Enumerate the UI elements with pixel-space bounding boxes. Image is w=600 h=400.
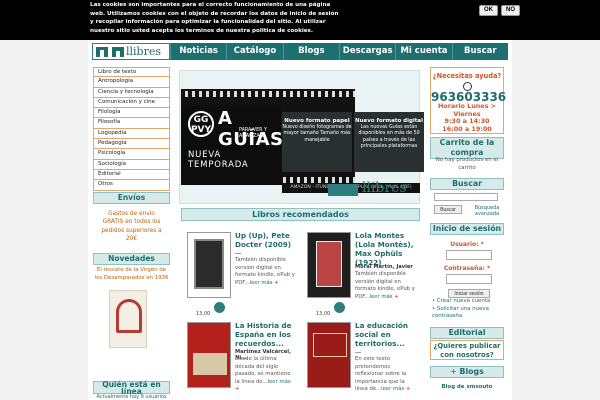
nav-buscar[interactable]: Buscar (451, 43, 508, 60)
category-menu: Libro de texto Antropología Ciencia y te… (93, 67, 170, 191)
category-item[interactable]: Filología (93, 108, 170, 119)
category-item[interactable]: Antropología (93, 77, 170, 88)
guias-poster: GG PVY A GUÍAS PARA VER Y ANALIZAR NUEVA T… (182, 106, 283, 185)
availability-icon (334, 302, 345, 313)
advanced-search-link[interactable]: Búsqueda avanzada (468, 205, 506, 218)
book-price: 13,00 (196, 311, 211, 317)
category-item[interactable]: Filosofía (93, 118, 170, 129)
envios-text: Gastos de envío GRATIS en todos los pedi… (101, 211, 162, 243)
password-label: Contraseña: * (443, 265, 491, 272)
blog-item[interactable]: Blog de xmsouto (430, 384, 504, 392)
book-author: Moral Martín, Javier (355, 264, 413, 270)
envios-heading: Envíos (93, 192, 170, 204)
nav-blogs[interactable]: Blogs (282, 43, 339, 60)
category-item[interactable]: Ciencia y tecnología (93, 87, 170, 98)
username-label: Usuario: * (450, 241, 484, 248)
nav-descargas[interactable]: Descargas (338, 43, 395, 60)
search-input[interactable] (434, 193, 498, 201)
logo-text: llibres (126, 45, 162, 58)
search-heading: Buscar (430, 178, 504, 190)
recommended-heading: Libros recomendados (181, 208, 420, 221)
plus-icon[interactable]: + (394, 294, 398, 300)
book-title[interactable]: Lola Montes (Lola Montès), Max Ophüls (1… (355, 231, 415, 267)
help-title: ¿Necesitas ayuda? (432, 72, 502, 80)
cookie-text: Las cookies son importantes para el corr… (90, 2, 339, 34)
nav-mi-cuenta[interactable]: Mi cuenta (395, 43, 451, 60)
help-hours-label: Horario Lunes > Viernes (437, 102, 497, 118)
read-more-link[interactable]: leer más (268, 379, 291, 385)
book-card: 13,00 Lola Montes (Lola Montès), Max Oph… (301, 230, 416, 317)
book-title[interactable]: La educación social en territorios... (355, 321, 415, 348)
page-gutter-right (512, 40, 600, 400)
cart-heading: Carrito de la compra (430, 137, 504, 159)
login-button[interactable]: Iniciar sesión (448, 289, 490, 298)
request-password-link[interactable]: • Solicitar una nueva contraseña (432, 306, 506, 320)
blogs-heading: + Blogs (430, 366, 504, 378)
book-title[interactable]: La Historia de España en los recuerdos..… (235, 321, 295, 348)
help-box: ¿Necesitas ayuda? 963603336 Horario Lune… (430, 67, 506, 134)
book-desc: En este texto pretendemos reflexionar so… (355, 356, 411, 393)
category-item[interactable]: Psicología (93, 149, 170, 160)
banner-cell-paper: Nuevo formato papel Nuevo diseño fotogram… (282, 112, 352, 172)
username-input[interactable] (446, 250, 492, 260)
plus-icon: + (450, 367, 457, 376)
nav-catalogo[interactable]: Catálogo (226, 43, 282, 60)
password-input[interactable] (446, 274, 492, 284)
book-author: ... (355, 349, 361, 355)
book-desc: También disponible versión digital en fo… (355, 271, 415, 300)
plus-icon[interactable]: + (406, 386, 410, 392)
book-card: La Historia de España en los recuerdos..… (181, 320, 296, 400)
online-heading: Quién está en línea (93, 381, 170, 395)
category-item[interactable]: Otros (93, 180, 170, 191)
book-cover[interactable] (307, 232, 351, 298)
cookie-no-button[interactable]: NO (501, 5, 520, 16)
site-logo[interactable]: llibres (92, 43, 170, 60)
cookie-bar: Las cookies son importantes para el corr… (0, 0, 600, 40)
category-item[interactable]: Sociología (93, 159, 170, 170)
category-item[interactable]: Editorial (93, 169, 170, 181)
book-title[interactable]: Up (Up), Pete Docter (2009) (235, 231, 295, 249)
plus-icon[interactable]: + (274, 280, 278, 286)
book-cover[interactable] (187, 322, 231, 388)
banner-cell-digital: Nuevo formato digital Las nuevas Guías es… (354, 112, 424, 172)
create-account-link[interactable]: • Crear nueva cuenta (432, 298, 506, 305)
plus-icon[interactable]: + (235, 386, 239, 392)
novedades-cover[interactable] (109, 290, 147, 348)
main-nav: Noticias Catálogo Blogs Descargas Mi cue… (170, 43, 508, 60)
book-author: ... (235, 250, 241, 256)
category-item[interactable]: Libro de texto (93, 67, 170, 78)
book-desc: También disponible versión digital en fo… (235, 257, 295, 286)
availability-icon (214, 302, 225, 313)
book-card: 13,00 Up (Up), Pete Docter (2009) ... Ta… (181, 230, 296, 317)
category-item[interactable]: Comunicación y cine (93, 97, 170, 109)
login-heading: Inicio de sesión (430, 223, 504, 235)
banner-logo-mark-icon (328, 184, 358, 196)
gg-pvy-logo: GG PVY (188, 111, 214, 137)
category-item[interactable]: Pedagogía (93, 139, 170, 150)
novedades-text[interactable]: El rescate de la Virgen de los Desampara… (93, 267, 170, 282)
category-item[interactable]: Logopedia (93, 128, 170, 140)
cart-empty-text: No hay productos en el carrito (435, 157, 499, 171)
editorial-heading: Editorial (430, 327, 504, 339)
editorial-question[interactable]: ¿Quieres publicar con nosotros? (430, 340, 504, 360)
read-more-link[interactable]: leer más (370, 294, 393, 300)
nav-noticias[interactable]: Noticias (170, 43, 226, 60)
logo-mark-icon (96, 47, 124, 57)
book-price: 13,00 (316, 311, 331, 317)
online-text: Actualmente hay 9 usuarios (96, 394, 167, 400)
page-gutter-left (0, 40, 88, 400)
book-card: La educación social en territorios... ..… (301, 320, 416, 400)
read-more-link[interactable]: leer más (381, 386, 404, 392)
poster-subtitle: PARA VER Y ANALIZAR (239, 128, 267, 139)
search-button[interactable]: Buscar (434, 205, 462, 214)
book-cover[interactable] (307, 322, 351, 388)
poster-season: NUEVA TEMPORADA (188, 150, 249, 170)
read-more-link[interactable]: leer más (250, 280, 273, 286)
novedades-heading: Novedades (93, 253, 170, 265)
book-cover[interactable] (187, 232, 231, 298)
help-hours-2: 16:00 a 19:00 (442, 124, 492, 133)
cookie-ok-button[interactable]: OK (479, 5, 498, 16)
banner-logo: llibres (328, 179, 420, 201)
book-desc: Desde la última década del siglo pasado,… (235, 356, 291, 393)
